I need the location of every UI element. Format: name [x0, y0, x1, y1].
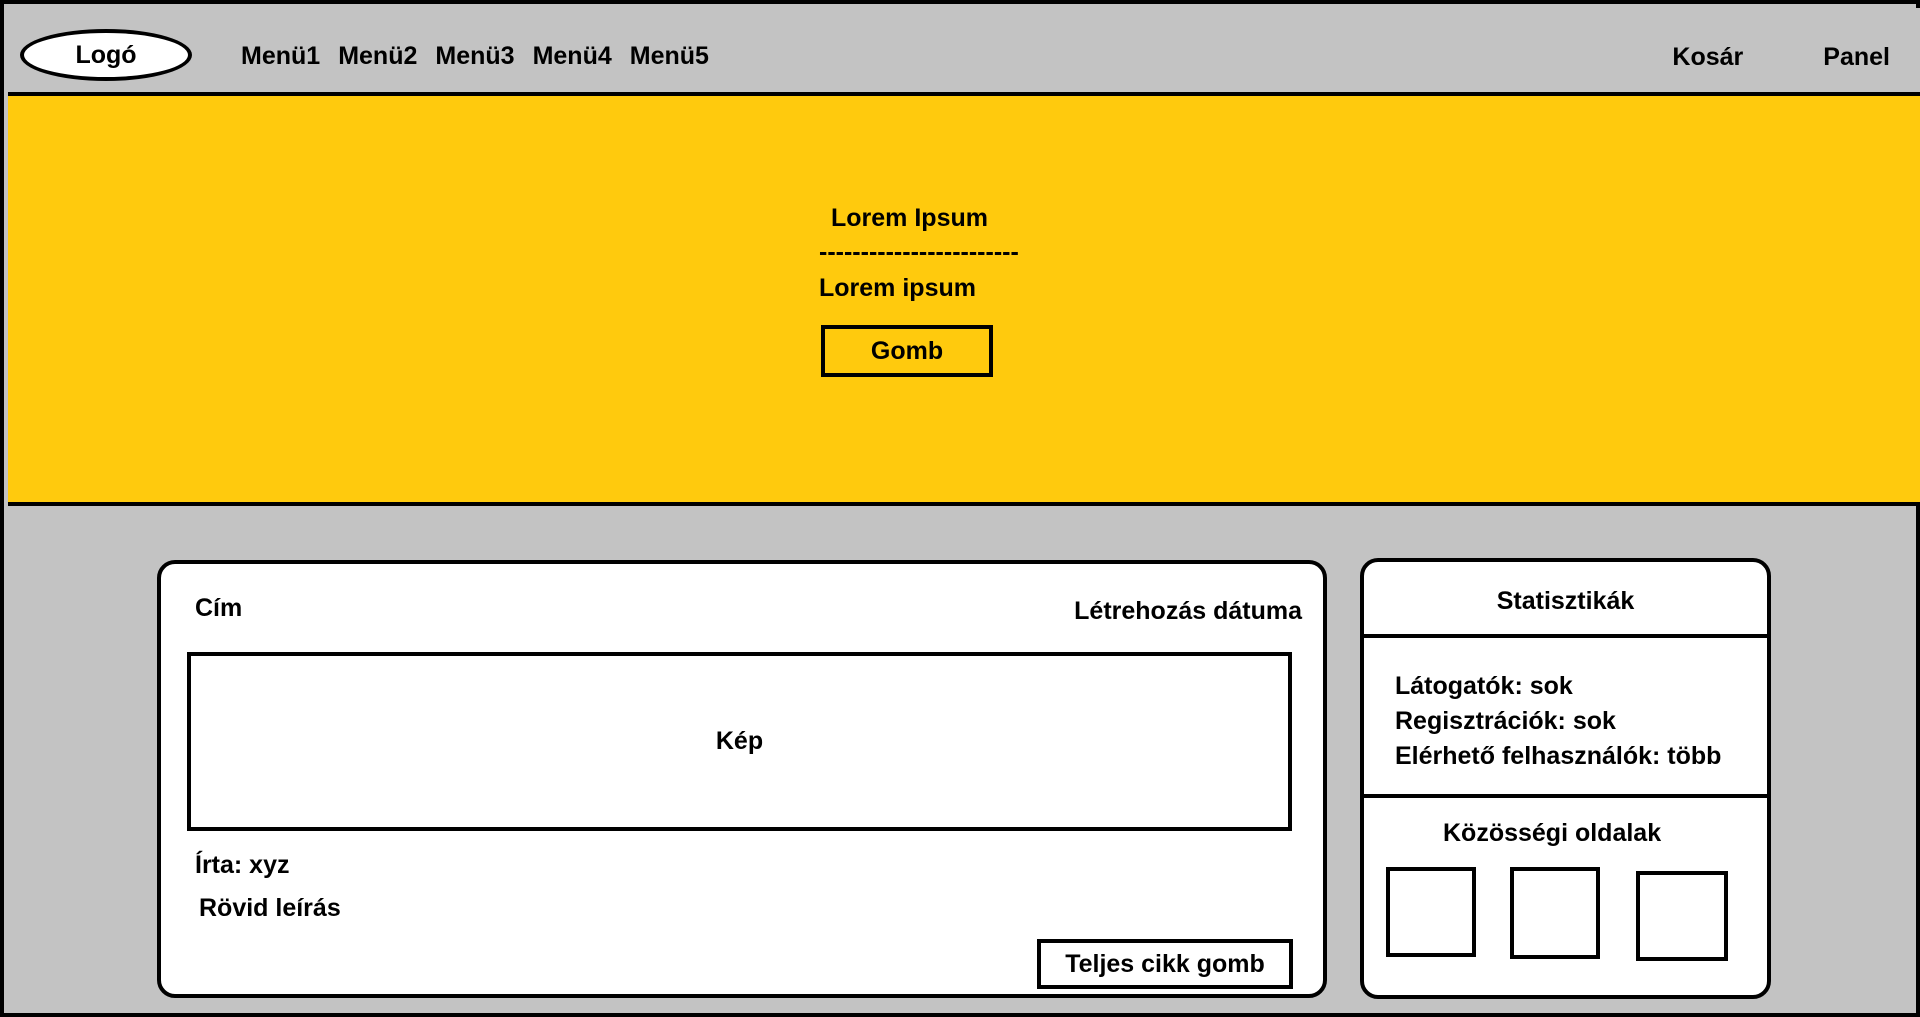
read-full-article-button[interactable]: Teljes cikk gomb	[1037, 939, 1293, 989]
nav-item-menu3[interactable]: Menü3	[435, 42, 514, 71]
logo[interactable]: Logó	[20, 29, 192, 81]
nav-item-menu1[interactable]: Menü1	[241, 42, 320, 71]
social-heading: Közösségi oldalak	[1443, 819, 1662, 847]
nav-item-menu2[interactable]: Menü2	[338, 42, 417, 71]
social-link-1[interactable]	[1386, 867, 1476, 957]
article-author: Írta: xyz	[195, 851, 290, 879]
nav-item-menu5[interactable]: Menü5	[630, 42, 709, 71]
header-bar: Logó Menü1 Menü2 Menü3 Menü4 Menü5 Kosár…	[8, 8, 1920, 96]
article-image-label: Kép	[715, 727, 764, 755]
article-summary: Rövid leírás	[199, 894, 341, 922]
stats-divider	[1364, 634, 1767, 638]
nav-item-menu4[interactable]: Menü4	[533, 42, 612, 71]
social-link-3[interactable]	[1636, 871, 1728, 961]
stats-card: Statisztikák Látogatók: sok Regisztráció…	[1360, 558, 1771, 999]
article-card: Cím Létrehozás dátuma Kép Írta: xyz Rövi…	[157, 560, 1327, 998]
stat-online-users: Elérhető felhasználók: több	[1395, 742, 1722, 770]
hero-title: Lorem Ipsum	[831, 204, 988, 232]
stat-registrations: Regisztrációk: sok	[1395, 707, 1616, 735]
article-image-placeholder: Kép	[187, 652, 1292, 831]
hero-subtitle: Lorem ipsum	[819, 274, 976, 302]
cart-link[interactable]: Kosár	[1672, 43, 1743, 72]
hero-banner: Lorem Ipsum ------------------------ Lor…	[8, 96, 1920, 506]
logo-label: Logó	[75, 40, 137, 69]
article-title: Cím	[195, 594, 243, 622]
main-nav: Menü1 Menü2 Menü3 Menü4 Menü5	[241, 42, 727, 71]
social-link-2[interactable]	[1510, 867, 1600, 959]
stat-visitors: Látogatók: sok	[1395, 672, 1573, 700]
article-date: Létrehozás dátuma	[1074, 597, 1302, 625]
header-actions: Kosár Panel	[1592, 43, 1890, 72]
hero-button[interactable]: Gomb	[821, 325, 993, 377]
stats-divider	[1364, 794, 1767, 798]
stats-heading: Statisztikák	[1496, 587, 1635, 615]
hero-divider: ------------------------	[819, 238, 1019, 266]
stats-list: Látogatók: sok Regisztrációk: sok Elérhe…	[1395, 669, 1721, 774]
panel-link[interactable]: Panel	[1823, 43, 1890, 72]
